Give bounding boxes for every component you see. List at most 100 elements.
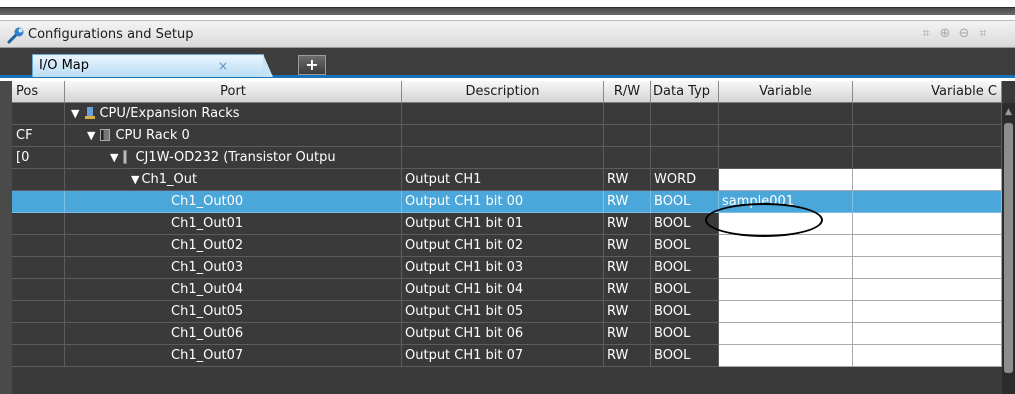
cell-port: ▼ CPU Rack 0 bbox=[65, 125, 402, 147]
column-header-rw[interactable]: R/W bbox=[604, 81, 651, 103]
cell-variable[interactable] bbox=[719, 345, 853, 367]
column-header-variable[interactable]: Variable bbox=[719, 81, 853, 103]
cell-variable[interactable] bbox=[719, 301, 853, 323]
cell-data-type bbox=[651, 125, 719, 147]
cell-variable-comment[interactable] bbox=[853, 301, 1002, 323]
column-header-variable-comment[interactable]: Variable C bbox=[853, 81, 1002, 103]
cell-variable bbox=[719, 147, 853, 169]
cell-rw: RW bbox=[604, 301, 651, 323]
cell-variable-comment[interactable] bbox=[853, 257, 1002, 279]
table-row[interactable]: ▼ Ch1_Out Output CH1 RW WORD bbox=[12, 169, 1002, 191]
column-header-position[interactable]: Pos bbox=[12, 81, 65, 103]
fit-icon[interactable]: ⌗ bbox=[918, 26, 934, 42]
cell-variable bbox=[719, 125, 853, 147]
cell-variable[interactable] bbox=[719, 213, 853, 235]
cell-variable[interactable] bbox=[719, 279, 853, 301]
cell-variable-comment[interactable] bbox=[853, 235, 1002, 257]
expand-triangle-icon[interactable]: ▼ bbox=[71, 107, 79, 120]
cell-rw: RW bbox=[604, 257, 651, 279]
cell-rw: RW bbox=[604, 235, 651, 257]
table-row[interactable]: ▼ CPU/Expansion Racks bbox=[12, 103, 1002, 125]
cell-port: Ch1_Out05 bbox=[65, 301, 402, 323]
cell-data-type: BOOL bbox=[651, 301, 719, 323]
cell-rw bbox=[604, 147, 651, 169]
cell-data-type: BOOL bbox=[651, 191, 719, 213]
cell-description: Output CH1 bit 02 bbox=[402, 235, 604, 257]
table-row[interactable]: Ch1_Out04 Output CH1 bit 04 RW BOOL bbox=[12, 279, 1002, 301]
cell-description: Output CH1 bit 00 bbox=[402, 191, 604, 213]
cell-variable-comment[interactable] bbox=[853, 345, 1002, 367]
cell-data-type: BOOL bbox=[651, 235, 719, 257]
grid-left-margin bbox=[0, 81, 12, 394]
table-row[interactable]: Ch1_Out05 Output CH1 bit 05 RW BOOL bbox=[12, 301, 1002, 323]
port-name: Ch1_Out bbox=[141, 172, 198, 187]
scrollbar-thumb[interactable] bbox=[1004, 123, 1013, 373]
port-name: CPU Rack 0 bbox=[115, 128, 190, 143]
cell-data-type bbox=[651, 103, 719, 125]
port-name: CJ1W-OD232 (Transistor Outpu bbox=[135, 150, 336, 165]
cell-variable-comment[interactable] bbox=[853, 323, 1002, 345]
cell-variable[interactable] bbox=[719, 257, 853, 279]
cell-variable-comment bbox=[853, 125, 1002, 147]
table-row-selected[interactable]: Ch1_Out00 Output CH1 bit 00 RW BOOL samp… bbox=[12, 191, 1002, 213]
cell-description bbox=[402, 103, 604, 125]
cell-port: Ch1_Out07 bbox=[65, 345, 402, 367]
vertical-scrollbar[interactable]: ▲ bbox=[1002, 103, 1015, 394]
cell-port: Ch1_Out03 bbox=[65, 257, 402, 279]
cell-rw: RW bbox=[604, 345, 651, 367]
add-tab-button[interactable]: + bbox=[298, 55, 326, 75]
cell-data-type bbox=[651, 147, 719, 169]
scroll-up-icon[interactable]: ▲ bbox=[1004, 107, 1013, 117]
cell-rw: RW bbox=[604, 279, 651, 301]
zoom-in-icon[interactable]: ⊕ bbox=[937, 26, 953, 42]
cell-port: ▼ Ch1_Out bbox=[65, 169, 402, 191]
cell-description bbox=[402, 147, 604, 169]
column-header-description[interactable]: Description bbox=[402, 81, 604, 103]
zoom-out-icon[interactable]: ⊖ bbox=[956, 26, 972, 42]
table-row[interactable]: Ch1_Out03 Output CH1 bit 03 RW BOOL bbox=[12, 257, 1002, 279]
column-header-data-type[interactable]: Data Typ bbox=[651, 81, 719, 103]
cell-position bbox=[12, 169, 65, 191]
cell-variable-comment[interactable] bbox=[853, 191, 1002, 213]
table-row[interactable]: [0 ▼ CJ1W-OD232 (Transistor Outpu bbox=[12, 147, 1002, 169]
wrench-icon bbox=[7, 27, 24, 44]
table-row[interactable]: CF ▼ CPU Rack 0 bbox=[12, 125, 1002, 147]
expand-triangle-icon[interactable]: ▼ bbox=[87, 129, 95, 142]
cell-data-type: BOOL bbox=[651, 279, 719, 301]
unit-icon bbox=[123, 150, 128, 164]
cell-data-type: BOOL bbox=[651, 213, 719, 235]
cell-rw: RW bbox=[604, 323, 651, 345]
expand-triangle-icon[interactable]: ▼ bbox=[131, 173, 139, 186]
cell-variable-comment bbox=[853, 103, 1002, 125]
cell-variable-comment[interactable] bbox=[853, 279, 1002, 301]
cell-variable[interactable] bbox=[719, 323, 853, 345]
column-header-port[interactable]: Port bbox=[65, 81, 402, 103]
cell-position: CF bbox=[12, 125, 65, 147]
cell-position bbox=[12, 235, 65, 257]
cell-variable-comment[interactable] bbox=[853, 213, 1002, 235]
cell-variable-comment[interactable] bbox=[853, 169, 1002, 191]
table-row[interactable]: Ch1_Out07 Output CH1 bit 07 RW BOOL bbox=[12, 345, 1002, 367]
tab-edge bbox=[263, 54, 273, 77]
cell-position bbox=[12, 301, 65, 323]
cell-variable[interactable] bbox=[719, 169, 853, 191]
rack-icon bbox=[85, 107, 96, 119]
table-row[interactable]: Ch1_Out06 Output CH1 bit 06 RW BOOL bbox=[12, 323, 1002, 345]
fit-width-icon[interactable]: ⌗ bbox=[975, 26, 991, 42]
cell-variable[interactable]: sample001 bbox=[719, 191, 853, 213]
cell-description: Output CH1 bit 03 bbox=[402, 257, 604, 279]
table-row[interactable]: Ch1_Out01 Output CH1 bit 01 RW BOOL bbox=[12, 213, 1002, 235]
cell-description bbox=[402, 125, 604, 147]
cell-rw bbox=[604, 125, 651, 147]
table-row[interactable]: Ch1_Out02 Output CH1 bit 02 RW BOOL bbox=[12, 235, 1002, 257]
tab-io-map[interactable]: I/O Map × bbox=[32, 54, 273, 77]
cell-rw: RW bbox=[604, 169, 651, 191]
cell-position: [0 bbox=[12, 147, 65, 169]
cell-variable[interactable] bbox=[719, 235, 853, 257]
cell-position bbox=[12, 257, 65, 279]
expand-triangle-icon[interactable]: ▼ bbox=[110, 151, 118, 164]
cell-position bbox=[12, 103, 65, 125]
tab-close-icon[interactable]: × bbox=[218, 59, 228, 73]
cpu-rack-icon bbox=[100, 129, 111, 141]
cell-position bbox=[12, 191, 65, 213]
